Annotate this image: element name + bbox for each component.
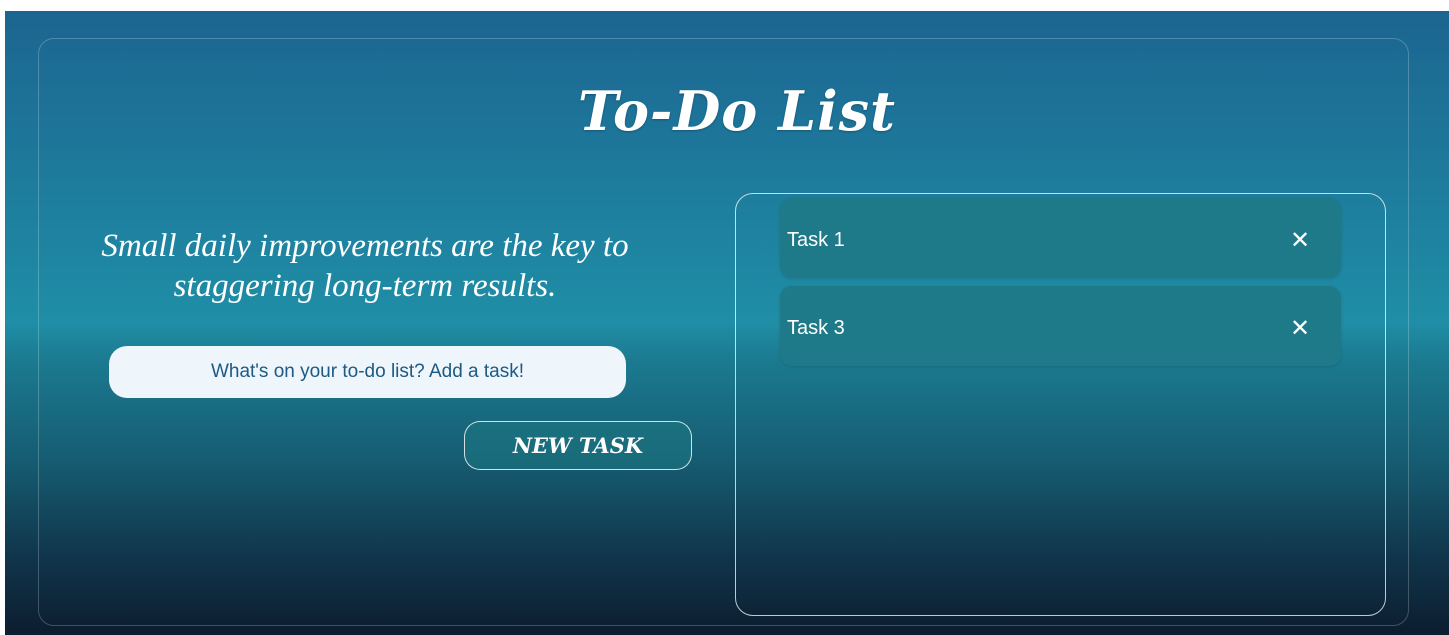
task-item[interactable]: Task 3 ✕	[780, 286, 1341, 366]
task-list: Task 1 ✕ Task 3 ✕	[780, 198, 1341, 374]
motivational-quote: Small daily improvements are the key to …	[101, 228, 629, 304]
close-icon[interactable]: ✕	[1280, 222, 1320, 258]
page-title: To-Do List	[578, 79, 896, 143]
new-task-button[interactable]: NEW TASK	[464, 421, 692, 470]
task-item[interactable]: Task 1 ✕	[780, 198, 1341, 278]
app-background: To-Do List Small daily improvements are …	[5, 11, 1449, 635]
task-list-panel: Task 1 ✕ Task 3 ✕	[735, 193, 1386, 616]
task-label: Task 3	[787, 317, 845, 339]
task-label: Task 1	[787, 229, 845, 251]
new-task-input[interactable]	[109, 346, 626, 398]
close-icon[interactable]: ✕	[1280, 310, 1320, 346]
